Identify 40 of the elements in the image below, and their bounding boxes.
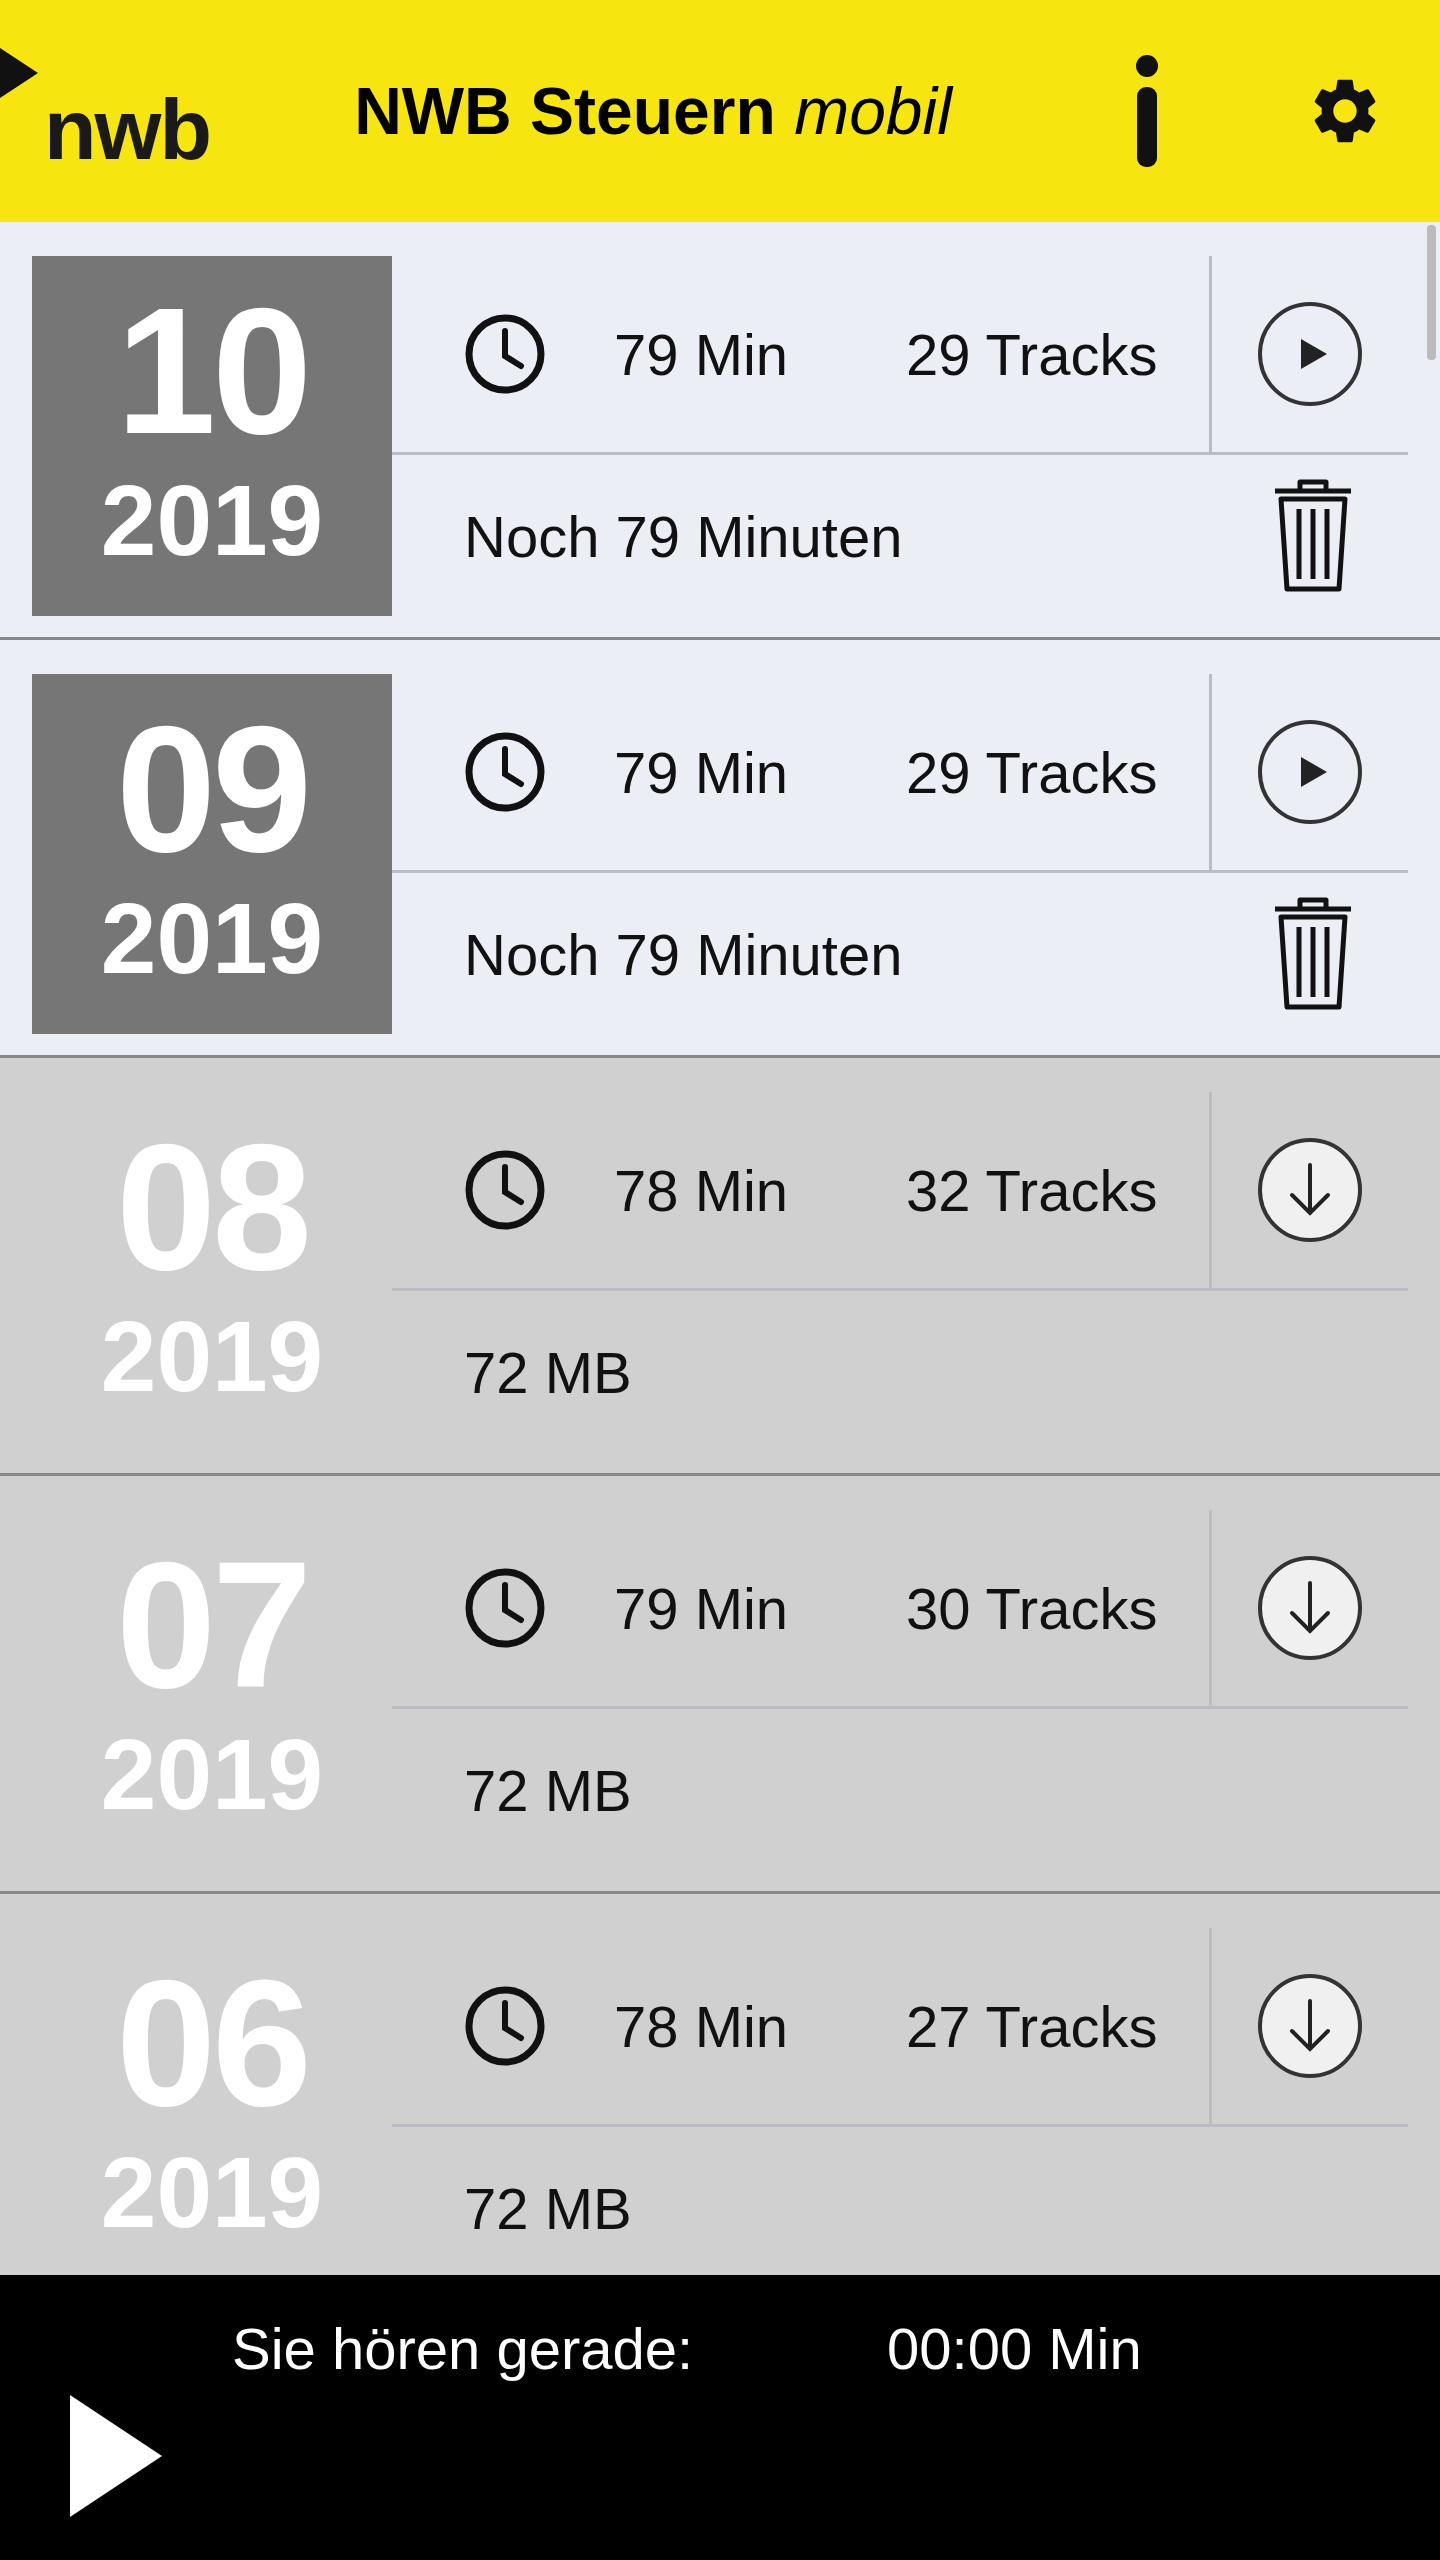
duration: 78 Min [614,1992,790,2060]
clock-icon [464,1567,546,1649]
info-icon[interactable] [1136,55,1158,167]
play-icon[interactable] [70,2395,162,2517]
trash-icon[interactable] [1272,897,1354,1011]
logo: nwb [44,80,210,179]
trash-icon[interactable] [1272,479,1354,593]
app-title: NWB Steuern mobil [353,73,955,149]
playback-time: 00:00 Min [887,2315,1142,2382]
duration: 78 Min [614,1156,790,1224]
issue-year: 2019 [100,463,324,578]
clock-icon [464,313,546,395]
duration: 79 Min [614,1574,790,1642]
download-icon[interactable] [1257,1973,1363,2079]
duration: 79 Min [614,738,790,806]
play-icon[interactable] [1257,301,1363,407]
download-icon[interactable] [1257,1555,1363,1661]
file-size: 72 MB [464,1338,632,1406]
issue-month: 10 [115,286,309,456]
clock-icon [464,1149,546,1231]
track-count: 30 Tracks [906,1574,1158,1642]
logo-triangle-icon [0,48,40,98]
remaining-time: Noch 79 Minuten [464,920,903,988]
track-count: 29 Tracks [906,320,1158,388]
track-count: 32 Tracks [906,1156,1158,1224]
issue-row[interactable]: 09 2019 79 Min 29 Tracks Noch 79 Minuten [0,640,1440,1058]
now-playing-label: Sie hören gerade: [232,2315,695,2382]
issue-year: 2019 [100,881,324,996]
track-count: 27 Tracks [906,1992,1158,2060]
file-size: 72 MB [464,2174,632,2242]
download-icon[interactable] [1257,1137,1363,1243]
duration: 79 Min [614,320,790,388]
remaining-time: Noch 79 Minuten [464,502,903,570]
track-count: 29 Tracks [906,738,1158,806]
issue-month: 09 [115,704,309,874]
issue-row[interactable]: 10 2019 79 Min 29 Tracks Noch 79 Minuten [0,222,1440,640]
clock-icon [464,1985,546,2067]
play-icon[interactable] [1257,719,1363,825]
file-size: 72 MB [464,1756,632,1824]
clock-icon [464,731,546,813]
